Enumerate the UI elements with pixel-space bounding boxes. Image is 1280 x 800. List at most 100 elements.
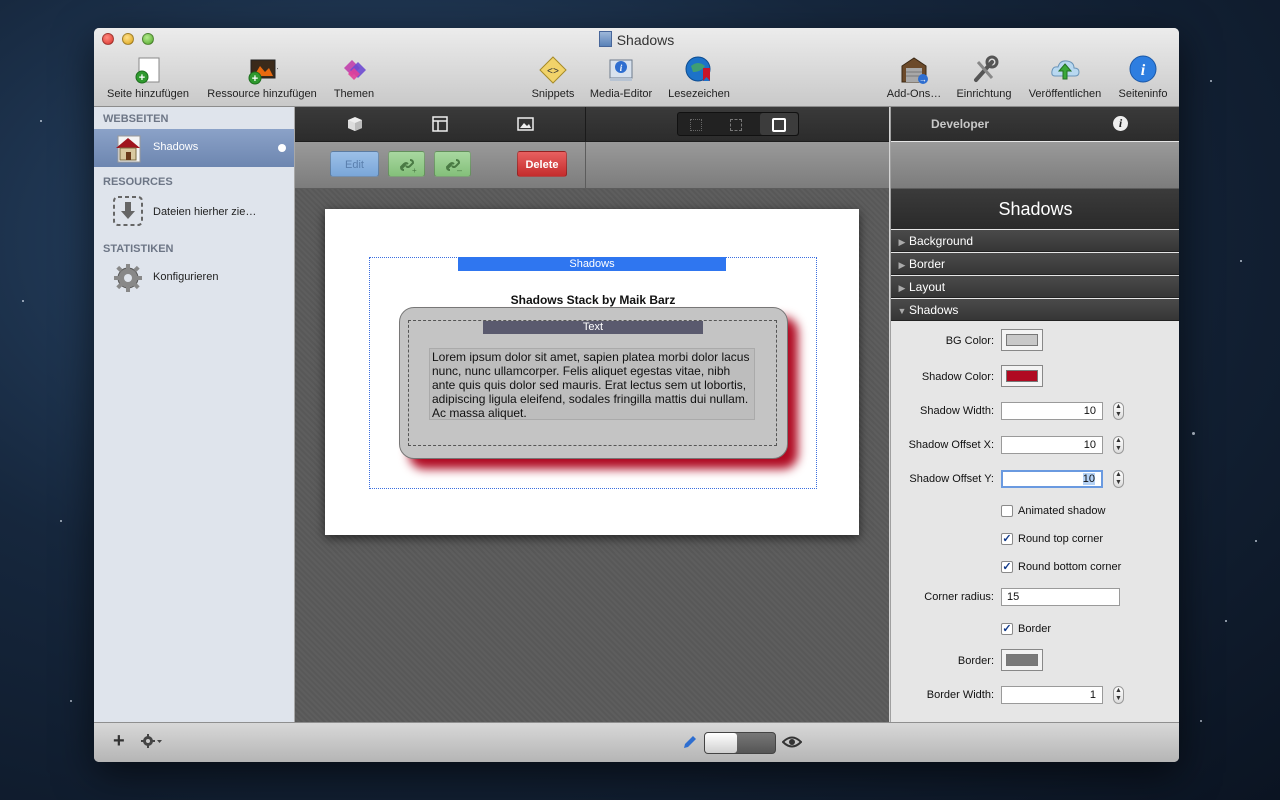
- disclosure-right-icon: ▶: [898, 260, 906, 270]
- toolbar-add-resource-button[interactable]: + Ressource hinzufügen: [202, 54, 322, 100]
- shadow-width-stepper[interactable]: ▲ ▼: [1113, 402, 1124, 420]
- page-preview: Shadows Shadows Stack by Maik Barz Text …: [325, 209, 859, 535]
- border-width-label: Border Width:: [926, 689, 994, 701]
- addons-icon: →: [898, 54, 930, 86]
- border-color-label: Border:: [957, 655, 994, 667]
- media-editor-icon: i: [605, 54, 637, 86]
- developer-tab[interactable]: Developer: [931, 117, 989, 131]
- section-layout[interactable]: ▶ Layout: [891, 276, 1179, 298]
- view-mode-solid-icon: [772, 118, 786, 132]
- sidebar-item-configure[interactable]: Konfigurieren: [94, 259, 294, 297]
- shadow-color-well[interactable]: [1001, 365, 1043, 387]
- shadow-color-label: Shadow Color:: [921, 371, 994, 383]
- shadow-offset-y-stepper[interactable]: ▲ ▼: [1113, 470, 1124, 488]
- toolbar-publish-label: Veröffentlichen: [1028, 88, 1102, 100]
- link-remove-icon: –: [445, 159, 462, 175]
- bg-color-swatch: [1006, 334, 1038, 346]
- image-button[interactable]: [517, 116, 534, 137]
- toolbar-media-editor-button[interactable]: i Media-Editor: [584, 54, 658, 100]
- text-stack[interactable]: Text Lorem ipsum dolor sit amet, sapien …: [408, 320, 777, 446]
- border-width-field[interactable]: 1: [1001, 686, 1103, 704]
- toggle-knob: [705, 733, 737, 753]
- info-icon[interactable]: i: [1113, 116, 1128, 131]
- border-check-label: Border: [1018, 623, 1052, 635]
- layout-button[interactable]: [432, 116, 448, 137]
- divider: [585, 142, 586, 188]
- add-icon[interactable]: +: [113, 731, 125, 751]
- toolbar-bookmarks-label: Lesezeichen: [668, 88, 730, 100]
- inspector-panel: Developer i Shadows ▶ Background ▶ Border …: [890, 107, 1179, 722]
- inspector-header: Developer i: [891, 107, 1179, 141]
- svg-text:i: i: [1141, 62, 1146, 79]
- toolbar-page-info-button[interactable]: i Seiteninfo: [1112, 54, 1174, 100]
- round-top-checkbox[interactable]: ✓: [1001, 533, 1013, 545]
- edit-mode-pencil-icon[interactable]: [682, 734, 698, 755]
- toolbar-setup-button[interactable]: Einrichtung: [952, 54, 1016, 100]
- stack-library-button[interactable]: [347, 116, 363, 137]
- link-add-icon: +: [399, 159, 417, 175]
- border-width-stepper[interactable]: ▲ ▼: [1113, 686, 1124, 704]
- section-background[interactable]: ▶ Background: [891, 230, 1179, 252]
- toolbar-snippets-button[interactable]: <> Snippets: [526, 54, 580, 100]
- window-title: Shadows: [94, 31, 1179, 48]
- animated-shadow-checkbox[interactable]: [1001, 505, 1013, 517]
- disclosure-right-icon: ▶: [898, 237, 906, 247]
- action-menu-button[interactable]: [140, 733, 164, 754]
- edit-button[interactable]: Edit: [330, 151, 379, 177]
- view-mode-selected[interactable]: [760, 113, 798, 135]
- inspector-title: Shadows: [891, 189, 1179, 229]
- setup-icon: [968, 54, 1000, 86]
- text-stack-tab[interactable]: Text: [483, 321, 703, 334]
- page-canvas: Shadows Shadows Stack by Maik Barz Text …: [295, 189, 889, 722]
- view-mode-outline-icon[interactable]: [690, 119, 702, 131]
- shadow-offset-x-label: Shadow Offset X:: [908, 439, 994, 451]
- shadow-offset-y-field[interactable]: 10: [1001, 470, 1103, 488]
- shadow-offset-x-stepper[interactable]: ▲ ▼: [1113, 436, 1124, 454]
- disclosure-right-icon: ▶: [898, 283, 906, 293]
- shadow-width-field[interactable]: 10: [1001, 402, 1103, 420]
- animated-shadow-label: Animated shadow: [1018, 505, 1106, 517]
- shadow-box[interactable]: Text Lorem ipsum dolor sit amet, sapien …: [399, 307, 788, 459]
- shadows-stack[interactable]: Shadows Shadows Stack by Maik Barz Text …: [369, 257, 817, 489]
- toolbar-publish-button[interactable]: Veröffentlichen: [1022, 54, 1108, 100]
- sidebar-item-label: Shadows: [153, 141, 199, 153]
- link-remove-button[interactable]: –: [434, 151, 471, 177]
- shadow-offset-x-field[interactable]: 10: [1001, 436, 1103, 454]
- sidebar-item-drop-files[interactable]: Dateien hierher zie…: [94, 192, 294, 236]
- bookmarks-icon: [683, 54, 715, 86]
- round-top-label: Round top corner: [1018, 533, 1103, 545]
- preview-eye-icon[interactable]: [781, 735, 803, 754]
- toolbar-addons-button[interactable]: → Add-Ons…: [882, 54, 946, 100]
- toolbar-snippets-label: Snippets: [531, 88, 575, 100]
- link-add-button[interactable]: +: [388, 151, 425, 177]
- status-bar: +: [94, 722, 1179, 762]
- corner-radius-field[interactable]: 15: [1001, 588, 1120, 606]
- sidebar: WEBSEITEN Shadows RESOURCES Dateien hier…: [94, 107, 295, 722]
- disclosure-down-icon: ▼: [897, 306, 907, 316]
- text-content[interactable]: Lorem ipsum dolor sit amet, sapien plate…: [429, 348, 755, 420]
- border-color-well[interactable]: [1001, 649, 1043, 671]
- shadow-color-swatch: [1006, 370, 1038, 382]
- border-checkbox[interactable]: ✓: [1001, 623, 1013, 635]
- border-color-swatch: [1006, 654, 1038, 666]
- view-mode-dashed-icon[interactable]: [730, 119, 742, 131]
- divider: [585, 107, 586, 141]
- round-bottom-checkbox[interactable]: ✓: [1001, 561, 1013, 573]
- delete-button[interactable]: Delete: [517, 151, 567, 177]
- bg-color-well[interactable]: [1001, 329, 1043, 351]
- svg-text:–: –: [457, 165, 462, 175]
- add-resource-icon: +: [246, 54, 281, 86]
- toolbar-add-page-button[interactable]: + Seite hinzufügen: [102, 54, 194, 100]
- toolbar-themes-button[interactable]: Themen: [326, 54, 382, 100]
- window-title-text: Shadows: [616, 32, 675, 48]
- toolbar-addons-label: Add-Ons…: [886, 88, 942, 100]
- stack-tab-label[interactable]: Shadows: [458, 257, 726, 271]
- edit-preview-toggle[interactable]: [704, 732, 776, 754]
- toolbar-bookmarks-button[interactable]: Lesezeichen: [664, 54, 734, 100]
- section-border[interactable]: ▶ Border: [891, 253, 1179, 275]
- section-shadows[interactable]: ▼ Shadows: [891, 299, 1179, 321]
- inspector-subheader: [891, 142, 1179, 189]
- editor-toolbar: [295, 107, 889, 142]
- sidebar-item-shadows[interactable]: Shadows: [94, 129, 294, 167]
- publish-icon: [1049, 54, 1081, 86]
